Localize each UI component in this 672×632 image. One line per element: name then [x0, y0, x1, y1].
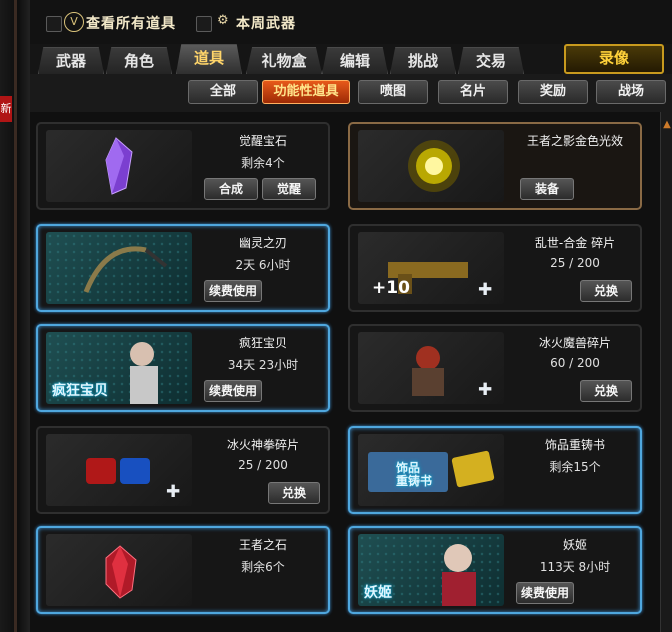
item-name: 妖姬 — [562, 538, 587, 552]
v-badge-icon: V — [64, 12, 84, 32]
purple-gem-icon — [105, 137, 133, 195]
item-thumb — [46, 232, 192, 304]
puzzle-piece-icon: ✚ — [166, 482, 181, 502]
item-status: 60 / 200 — [550, 356, 600, 370]
item-name: 觉醒宝石 — [238, 134, 287, 148]
item-thumb: ✚ — [46, 434, 192, 506]
item-thumb-label: 妖姬 — [364, 585, 392, 601]
new-tab[interactable]: 新 — [0, 96, 12, 122]
exchange-button[interactable]: 兑换 — [268, 482, 320, 504]
item-status: 剩余4个 — [241, 156, 285, 170]
item-status: 剩余15个 — [549, 460, 601, 474]
side-rail — [14, 0, 17, 632]
item-card-crazy-baby[interactable]: 疯狂宝贝 疯狂宝贝 34天 23小时 续费使用 — [36, 324, 330, 412]
puzzle-piece-icon: ✚ — [478, 280, 493, 300]
exchange-button[interactable]: 兑换 — [580, 380, 632, 402]
subtab-reward[interactable]: 奖励 — [518, 80, 588, 104]
item-status: 113天 8小时 — [539, 560, 611, 574]
scythe-weapon-icon — [83, 246, 168, 293]
item-thumb: +10 ✚ — [358, 232, 504, 304]
weapon-icon: ⚙ — [217, 13, 229, 28]
item-thumb — [46, 534, 192, 606]
item-status: 34天 23小时 — [227, 358, 299, 372]
tab-weapons[interactable]: 武器 — [38, 47, 104, 74]
item-thumb: 疯狂宝贝 — [46, 332, 192, 404]
golden-glow-icon — [408, 140, 460, 192]
item-status: 25 / 200 — [550, 256, 600, 270]
item-thumb: 饰品 重铸书 — [358, 434, 504, 506]
renew-button[interactable]: 续费使用 — [204, 380, 262, 402]
item-name: 饰品重铸书 — [544, 438, 605, 452]
subtab-spray[interactable]: 喷图 — [358, 80, 428, 104]
item-name: 冰火神拳碎片 — [226, 438, 299, 452]
tab-characters[interactable]: 角色 — [106, 47, 172, 74]
scroll-up-icon[interactable]: ▲ — [662, 120, 672, 130]
item-thumb — [358, 130, 504, 202]
item-thumb-label: 疯狂宝贝 — [52, 383, 108, 399]
item-card-chaos-alloy-fragment[interactable]: +10 ✚ 乱世-合金 碎片 25 / 200 兑换 — [348, 224, 642, 312]
exchange-button[interactable]: 兑换 — [580, 280, 632, 302]
subtab-card[interactable]: 名片 — [438, 80, 508, 104]
item-card-king-shadow-effect[interactable]: 王者之影金色光效 装备 — [348, 122, 642, 210]
tab-gift-box[interactable]: 礼物盒 — [246, 47, 322, 74]
item-name: 乱世-合金 碎片 — [534, 236, 616, 250]
item-name: 幽灵之刃 — [238, 236, 287, 250]
tab-challenge[interactable]: 挑战 — [390, 47, 456, 74]
item-card-accessory-recast-book[interactable]: 饰品 重铸书 饰品重铸书 剩余15个 — [348, 426, 642, 514]
sub-tabs: 全部 功能性道具 喷图 名片 奖励 战场 — [30, 74, 672, 112]
item-card-fire-ice-fist-fragment[interactable]: ✚ 冰火神拳碎片 25 / 200 兑换 — [36, 426, 330, 514]
puzzle-piece-icon: ✚ — [478, 380, 493, 400]
item-status: 2天 6小时 — [235, 258, 291, 272]
item-card-enchantress[interactable]: 妖姬 妖姬 113天 8小时 续费使用 — [348, 526, 642, 614]
item-name: 疯狂宝贝 — [238, 336, 287, 350]
item-status: 25 / 200 — [238, 458, 288, 472]
weekly-weapons-checkbox[interactable] — [196, 16, 212, 32]
record-button[interactable]: 录像 — [564, 44, 664, 74]
item-thumb: ✚ — [358, 332, 504, 404]
item-grid: 觉醒宝石 剩余4个 合成 觉醒 王者之影金色光效 装备 幽灵之刃 2天 6小时 … — [30, 112, 660, 632]
view-all-label: 查看所有道具 — [86, 16, 176, 32]
subtab-functional[interactable]: 功能性道具 — [262, 80, 350, 104]
view-all-checkbox[interactable] — [46, 16, 62, 32]
subtab-battlefield[interactable]: 战场 — [596, 80, 666, 104]
main-tabs: 武器 角色 道具 礼物盒 编辑 挑战 交易 录像 — [30, 44, 672, 75]
filter-bar: V 查看所有道具 ⚙ 本周武器 — [30, 0, 672, 44]
tab-edit[interactable]: 编辑 — [322, 47, 388, 74]
synthesize-button[interactable]: 合成 — [204, 178, 258, 200]
tab-trade[interactable]: 交易 — [458, 47, 524, 74]
item-thumb-label: 饰品 重铸书 — [396, 461, 433, 488]
weekly-weapons-label: 本周武器 — [236, 16, 296, 32]
equip-button[interactable]: 装备 — [520, 178, 574, 200]
item-card-awakening-gem[interactable]: 觉醒宝石 剩余4个 合成 觉醒 — [36, 122, 330, 210]
tab-items[interactable]: 道具 — [176, 44, 242, 74]
item-card-fire-ice-beast-fragment[interactable]: ✚ 冰火魔兽碎片 60 / 200 兑换 — [348, 324, 642, 412]
scrollbar[interactable]: ▲ — [660, 112, 672, 632]
item-name: 冰火魔兽碎片 — [538, 336, 611, 350]
item-card-king-stone[interactable]: 王者之石 剩余6个 — [36, 526, 330, 614]
left-side-strip: 新 — [0, 0, 31, 632]
awaken-button[interactable]: 觉醒 — [262, 178, 316, 200]
item-thumb: 妖姬 — [358, 534, 504, 606]
quantity-label: +10 — [372, 278, 410, 298]
subtab-all[interactable]: 全部 — [188, 80, 258, 104]
renew-button[interactable]: 续费使用 — [204, 280, 262, 302]
renew-button[interactable]: 续费使用 — [516, 582, 574, 604]
item-name: 王者之影金色光效 — [526, 134, 623, 148]
red-gem-icon — [105, 545, 137, 599]
item-thumb — [46, 130, 192, 202]
item-name: 王者之石 — [238, 538, 287, 552]
item-status: 剩余6个 — [241, 560, 285, 574]
item-card-ghost-blade[interactable]: 幽灵之刃 2天 6小时 续费使用 — [36, 224, 330, 312]
